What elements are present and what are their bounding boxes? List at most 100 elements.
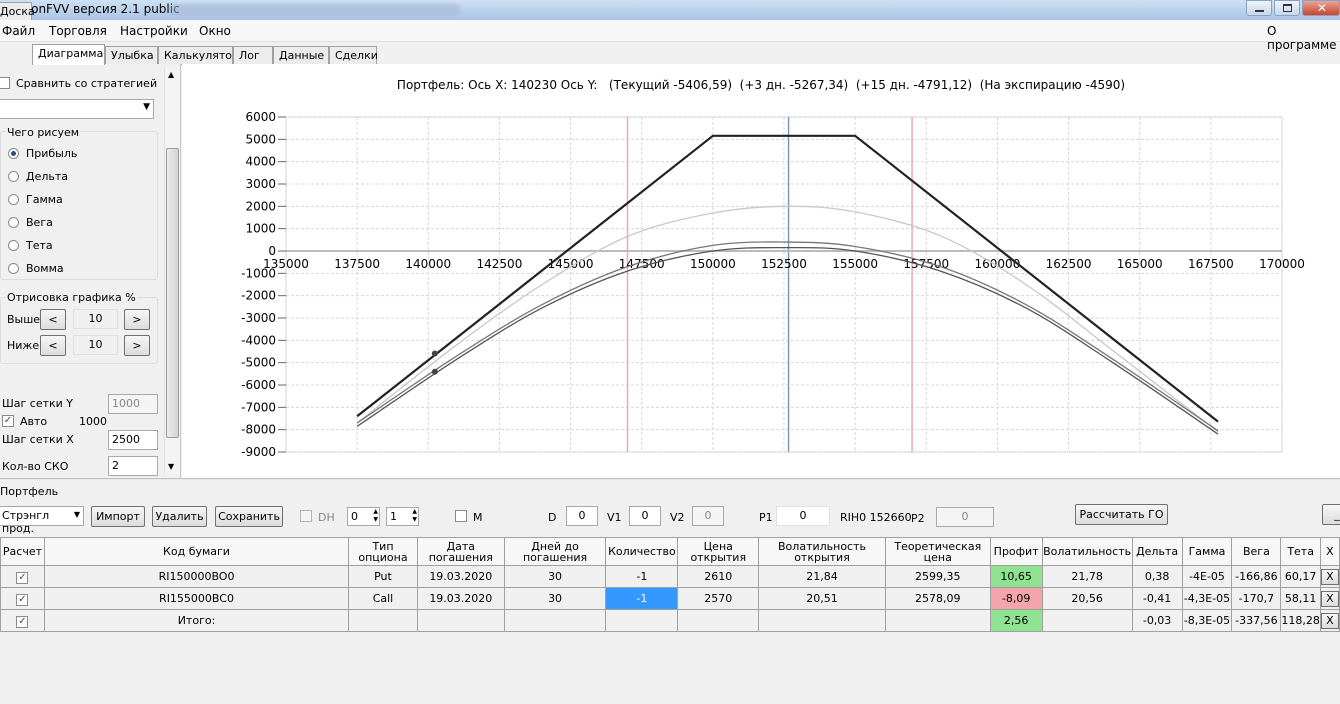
table-cell[interactable]: 10,65 xyxy=(989,565,1043,588)
table-cell[interactable]: 21,84 xyxy=(758,565,886,588)
col-qty[interactable]: Количество xyxy=(605,537,679,566)
table-cell[interactable]: X xyxy=(1319,565,1340,588)
radio-vega[interactable] xyxy=(8,217,19,228)
radio-profit[interactable] xyxy=(8,148,19,159)
table-cell[interactable]: 118,28 xyxy=(1280,609,1321,632)
table-cell[interactable]: 20,56 xyxy=(1041,587,1133,610)
menu-file[interactable]: Файл xyxy=(2,24,35,38)
col-code[interactable]: Код бумаги xyxy=(43,537,350,566)
table-cell[interactable]: -0,03 xyxy=(1131,609,1183,632)
radio-delta[interactable] xyxy=(8,171,19,182)
col-theta[interactable]: Тета xyxy=(1280,537,1321,566)
p2-input[interactable]: 0 xyxy=(936,507,994,527)
splitter[interactable] xyxy=(0,478,1340,480)
table-cell[interactable] xyxy=(677,609,760,632)
auto-checkbox[interactable]: ✓ xyxy=(2,415,14,427)
dh-spinner-2[interactable]: 1 ▲ ▼ xyxy=(386,507,419,526)
col-expiry[interactable]: Дата погашения xyxy=(416,537,505,566)
above-value[interactable]: 10 xyxy=(73,309,118,329)
radio-vomma[interactable] xyxy=(8,263,19,274)
table-cell[interactable]: 58,11 xyxy=(1280,587,1321,610)
table-row[interactable]: ✓ RI150000BO0 Put 19.03.2020 30 -1 2610 21,84 25… xyxy=(0,565,1340,588)
table-cell[interactable] xyxy=(1041,609,1133,632)
table-cell[interactable]: 19.03.2020 xyxy=(416,587,505,610)
col-days[interactable]: Дней до погашения xyxy=(503,537,607,566)
table-cell[interactable]: 2599,35 xyxy=(884,565,991,588)
import-button[interactable]: Импорт xyxy=(91,506,145,527)
strategy-select[interactable]: Стрэнгл прод. ▼ xyxy=(0,506,84,535)
radio-gamma[interactable] xyxy=(8,194,19,205)
table-cell[interactable] xyxy=(503,609,607,632)
strategy-compare-select[interactable]: ▼ xyxy=(0,99,154,119)
calc-checkbox[interactable]: ✓ xyxy=(16,571,29,584)
table-cell[interactable]: 30 xyxy=(503,565,607,588)
tab-calculator[interactable]: Калькулятор xyxy=(158,46,239,64)
compare-checkbox[interactable] xyxy=(0,77,10,89)
col-open-price[interactable]: Цена открытия xyxy=(677,537,760,566)
tab-data[interactable]: Данные xyxy=(273,46,329,64)
scroll-up-icon[interactable]: ▲ xyxy=(168,70,174,79)
table-cell[interactable]: -1 xyxy=(605,587,679,610)
below-increase-button[interactable]: > xyxy=(124,335,150,356)
table-row[interactable]: ✓ Итого: 2,56 -0,03 -8,3E-05 -337,56 118,28 X xyxy=(0,609,1340,632)
table-cell[interactable]: 30 xyxy=(503,587,607,610)
table-cell[interactable]: -8,09 xyxy=(989,587,1043,610)
menu-trade[interactable]: Торговля xyxy=(49,24,107,38)
table-cell[interactable]: 19.03.2020 xyxy=(416,565,505,588)
maximize-button[interactable] xyxy=(1274,0,1300,16)
dh-checkbox[interactable] xyxy=(300,510,312,522)
col-x[interactable]: X xyxy=(1319,537,1340,566)
delete-button[interactable]: Удалить xyxy=(152,506,207,527)
remove-row-button[interactable]: X xyxy=(1320,590,1339,607)
col-delta[interactable]: Дельта xyxy=(1131,537,1183,566)
v2-input[interactable]: 0 xyxy=(692,506,724,526)
table-cell[interactable]: RI150000BO0 xyxy=(43,565,350,588)
col-vol[interactable]: Волатильность xyxy=(1041,537,1133,566)
table-cell[interactable]: 2,56 xyxy=(989,609,1043,632)
scroll-thumb[interactable] xyxy=(166,148,179,438)
grid-y-input[interactable]: 1000 xyxy=(108,394,158,414)
table-cell[interactable] xyxy=(758,609,886,632)
above-increase-button[interactable]: > xyxy=(124,309,150,330)
table-cell[interactable]: Call xyxy=(348,587,418,610)
table-cell[interactable]: -4E-05 xyxy=(1181,565,1233,588)
calc-checkbox[interactable]: ✓ xyxy=(16,593,29,606)
menu-settings[interactable]: Настройки xyxy=(120,24,188,38)
p1-input[interactable]: 0 xyxy=(776,506,830,526)
table-cell[interactable]: 60,17 xyxy=(1280,565,1321,588)
table-cell[interactable] xyxy=(605,609,679,632)
table-cell[interactable]: -337,56 xyxy=(1231,609,1282,632)
table-cell[interactable]: X xyxy=(1319,609,1340,632)
table-cell[interactable] xyxy=(884,609,991,632)
left-scrollbar[interactable]: ▲ ▼ xyxy=(164,68,180,474)
below-value[interactable]: 10 xyxy=(73,335,118,355)
col-open-vol[interactable]: Волатильность открытия xyxy=(758,537,886,566)
table-cell[interactable]: ✓ xyxy=(0,609,45,632)
extra-button[interactable]: _ xyxy=(1322,504,1340,525)
below-decrease-button[interactable]: < xyxy=(40,335,66,356)
tab-log[interactable]: Лог xyxy=(233,46,273,64)
table-cell[interactable]: ✓ xyxy=(0,587,45,610)
col-gamma[interactable]: Гамма xyxy=(1181,537,1233,566)
m-checkbox[interactable] xyxy=(455,510,467,522)
col-type[interactable]: Тип опциона xyxy=(348,537,418,566)
table-cell[interactable]: ✓ xyxy=(0,565,45,588)
tab-smile[interactable]: Улыбка xyxy=(105,46,158,64)
above-decrease-button[interactable]: < xyxy=(40,309,66,330)
table-cell[interactable]: -4,3E-05 xyxy=(1181,587,1233,610)
table-cell[interactable]: 2578,09 xyxy=(884,587,991,610)
table-cell[interactable]: -1 xyxy=(605,565,679,588)
calc-go-button[interactable]: Рассчитать ГО xyxy=(1075,504,1168,525)
table-cell[interactable]: 2570 xyxy=(677,587,760,610)
col-profit[interactable]: Профит xyxy=(989,537,1043,566)
tab-diagram[interactable]: Диаграмма xyxy=(32,44,105,65)
table-cell[interactable] xyxy=(416,609,505,632)
col-theo[interactable]: Теоретическая цена xyxy=(884,537,991,566)
table-cell[interactable]: Итого: xyxy=(43,609,350,632)
table-cell[interactable] xyxy=(348,609,418,632)
radio-theta[interactable] xyxy=(8,240,19,251)
col-vega[interactable]: Вега xyxy=(1231,537,1282,566)
table-cell[interactable]: 21,78 xyxy=(1041,565,1133,588)
dh-spinner-1[interactable]: 0 ▲ ▼ xyxy=(347,507,380,526)
d-input[interactable]: 0 xyxy=(566,506,598,526)
